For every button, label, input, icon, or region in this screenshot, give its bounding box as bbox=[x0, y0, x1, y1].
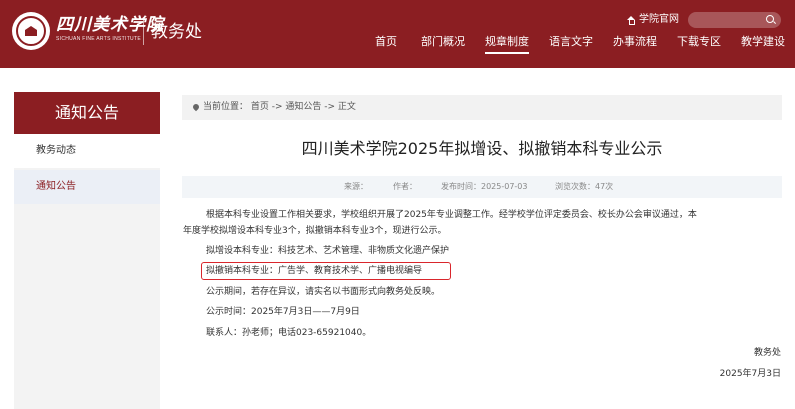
period-line: 公示时间：2025年7月3日——7月9日 bbox=[206, 307, 360, 317]
nav-item-teaching[interactable]: 教学建设 bbox=[741, 35, 785, 49]
signature-date: 2025年7月3日 bbox=[719, 369, 781, 379]
sidebar: 教务动态 通知公告 bbox=[14, 134, 160, 409]
logo-english-name: SICHUAN FINE ARTS INSTITUTE bbox=[56, 36, 141, 42]
site-header: 四川美术学院 SICHUAN FINE ARTS INSTITUTE 教务处 学… bbox=[0, 0, 795, 68]
nav-item-language[interactable]: 语言文字 bbox=[549, 35, 593, 49]
contact-line: 联系人：孙老师；电话023-65921040。 bbox=[206, 328, 372, 338]
breadcrumb-text[interactable]: 当前位置： 首页 -> 通知公告 -> 正文 bbox=[203, 95, 356, 120]
objection-line: 公示期间，若存在异议，请实名以书面形式向教务处反映。 bbox=[206, 287, 441, 297]
remove-majors-line: 拟撤销本科专业：广告学、教育技术学、广播电视编导 bbox=[206, 266, 423, 276]
breadcrumb: 当前位置： 首页 -> 通知公告 -> 正文 bbox=[182, 95, 782, 120]
nav-item-downloads[interactable]: 下载专区 bbox=[677, 35, 721, 49]
signature: 教务处 bbox=[753, 348, 781, 358]
nav-item-regulations[interactable]: 规章制度 bbox=[485, 35, 529, 54]
sidebar-title: 通知公告 bbox=[14, 92, 160, 134]
search-icon[interactable] bbox=[766, 15, 774, 23]
meta-source: 来源： bbox=[344, 182, 368, 191]
meta-views: 浏览次数：47次 bbox=[555, 182, 614, 191]
add-majors-line: 拟增设本科专业：科技艺术、艺术管理、非物质文化遗产保护 bbox=[206, 246, 450, 256]
homepage-link-label: 学院官网 bbox=[639, 14, 679, 25]
sidebar-item-news[interactable]: 教务动态 bbox=[14, 134, 160, 168]
intro-paragraph-line1: 根据本科专业设置工作相关要求，学校组织开展了2025年专业调整工作。经学校学位评… bbox=[206, 210, 697, 220]
school-homepage-link[interactable]: 学院官网 bbox=[627, 13, 679, 27]
header-divider bbox=[143, 20, 144, 45]
school-logo-text[interactable]: 四川美术学院 SICHUAN FINE ARTS INSTITUTE bbox=[56, 15, 164, 43]
school-seal-logo[interactable] bbox=[12, 12, 50, 50]
department-name: 教务处 bbox=[151, 22, 202, 42]
sidebar-item-notices[interactable]: 通知公告 bbox=[14, 170, 160, 204]
home-icon bbox=[627, 15, 636, 25]
nav-item-overview[interactable]: 部门概况 bbox=[421, 35, 465, 49]
logo-chinese-name: 四川美术学院 bbox=[56, 15, 164, 35]
location-pin-icon bbox=[191, 102, 201, 112]
intro-paragraph-line2: 年度学校拟增设本科专业3个，拟撤销本科专业3个，现进行公示。 bbox=[183, 226, 447, 236]
article-title: 四川美术学院2025年拟增设、拟撤销本科专业公示 bbox=[301, 139, 663, 158]
nav-item-procedures[interactable]: 办事流程 bbox=[613, 35, 657, 49]
article-meta: 来源： 作者： 发布时间：2025-07-03 浏览次数：47次 bbox=[182, 176, 782, 198]
meta-date: 发布时间：2025-07-03 bbox=[441, 182, 528, 191]
nav-item-home[interactable]: 首页 bbox=[375, 35, 397, 49]
search-input[interactable] bbox=[688, 12, 781, 28]
meta-author: 作者： bbox=[393, 182, 417, 191]
